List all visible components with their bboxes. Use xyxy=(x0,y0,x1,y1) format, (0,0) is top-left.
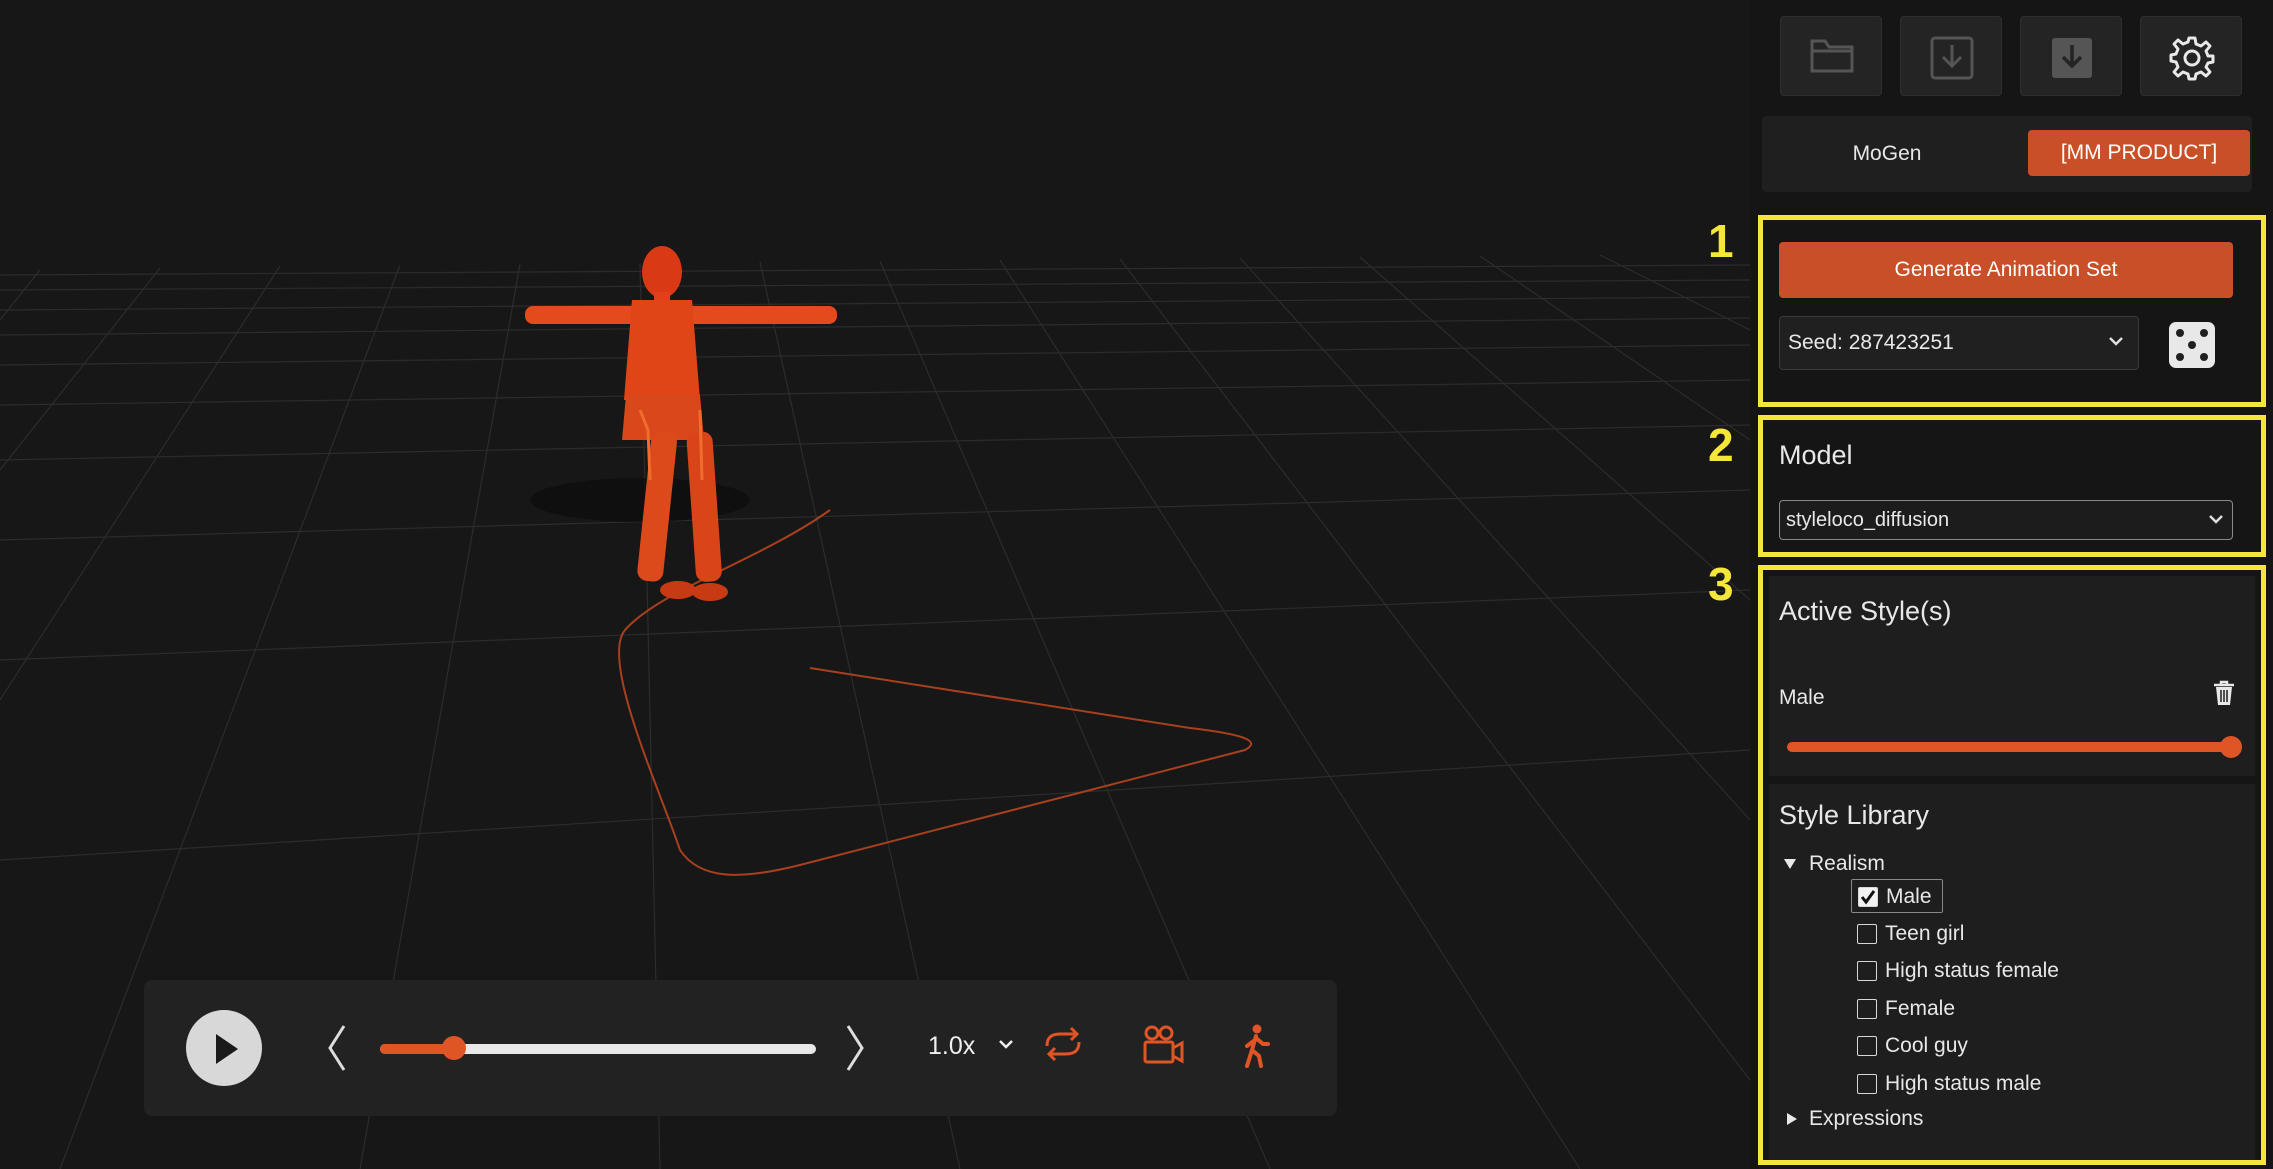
folder-icon xyxy=(1810,39,1854,73)
checkbox[interactable] xyxy=(1857,924,1877,944)
camera-icon[interactable] xyxy=(1142,1024,1184,1066)
chevron-down-icon xyxy=(2209,515,2223,524)
triangle-down-icon xyxy=(1784,859,1796,869)
next-frame-button[interactable] xyxy=(844,1022,868,1074)
style-checkbox-row[interactable]: High status male xyxy=(1851,1067,2111,1101)
checkbox[interactable] xyxy=(1857,1074,1877,1094)
model-title: Model xyxy=(1779,440,1853,470)
checkbox[interactable] xyxy=(1857,961,1877,981)
checkbox[interactable] xyxy=(1857,1036,1877,1056)
tree-group-realism[interactable]: Realism xyxy=(1781,849,1981,879)
character-model xyxy=(525,246,837,601)
active-style-name: Male xyxy=(1779,686,1825,709)
active-styles-panel: Active Style(s) Male xyxy=(1769,576,2255,776)
seed-select[interactable]: Seed: 287423251 xyxy=(1779,316,2139,370)
active-styles-title: Active Style(s) xyxy=(1779,596,1952,626)
model-value: styleloco_diffusion xyxy=(1786,509,1950,531)
seed-value: Seed: 287423251 xyxy=(1788,331,1954,354)
generate-animation-set-button[interactable]: Generate Animation Set xyxy=(1779,242,2233,298)
trash-icon[interactable] xyxy=(2213,680,2235,706)
tree-group-label: Expressions xyxy=(1809,1107,1924,1130)
style-checkbox-label: Cool guy xyxy=(1885,1034,1968,1057)
import-icon xyxy=(1930,36,1974,80)
randomize-seed-button[interactable] xyxy=(2169,322,2215,368)
style-checkbox-row[interactable]: Cool guy xyxy=(1851,1029,2111,1063)
dice-pip xyxy=(2200,353,2208,361)
style-checkbox-row[interactable]: Teen girl xyxy=(1851,917,2111,951)
open-file-button[interactable] xyxy=(1780,16,1882,96)
chevron-down-icon xyxy=(2109,337,2123,346)
dice-pip xyxy=(2200,329,2208,337)
download-button[interactable] xyxy=(2020,16,2122,96)
style-library-panel: Style Library Realism Male Teen girl Hig… xyxy=(1769,784,2255,1160)
settings-button[interactable] xyxy=(2140,16,2242,96)
dice-pip xyxy=(2188,341,2196,349)
play-icon xyxy=(216,1034,238,1064)
control-panel: MoGen [MM PRODUCT] 1 Generate Animation … xyxy=(1708,0,2273,1169)
styles-section: 3 Active Style(s) Male Style Library Rea… xyxy=(1708,558,2266,1165)
style-checkbox-label: Female xyxy=(1885,997,1956,1020)
chevron-down-icon[interactable] xyxy=(998,1038,1014,1050)
model-section: 2 Model styleloco_diffusion xyxy=(1708,415,2266,557)
play-button[interactable] xyxy=(186,1010,262,1086)
style-checkbox-row[interactable]: Male xyxy=(1851,879,1943,913)
style-checkbox-label: High status female xyxy=(1885,959,2059,982)
generate-section: 1 Generate Animation Set Seed: 287423251 xyxy=(1708,215,2266,407)
style-library-title: Style Library xyxy=(1779,800,1930,830)
timeline-scrubber[interactable] xyxy=(380,1036,816,1060)
style-checkbox-label: Teen girl xyxy=(1885,922,1965,945)
dice-pip xyxy=(2176,329,2184,337)
style-weight-slider[interactable] xyxy=(1787,736,2242,758)
model-select[interactable]: styleloco_diffusion xyxy=(1779,500,2233,540)
style-checkbox-label: Male xyxy=(1886,885,1932,908)
previous-frame-button[interactable] xyxy=(324,1022,348,1074)
playback-bar: 1.0x xyxy=(144,980,1337,1116)
style-weight-track xyxy=(1787,742,2231,752)
style-weight-thumb[interactable] xyxy=(2220,736,2242,758)
style-checkbox-row[interactable]: Female xyxy=(1851,992,2111,1026)
checkmark-icon xyxy=(1860,890,1876,905)
tab-mm-product[interactable]: [MM PRODUCT] xyxy=(2028,130,2250,176)
playback-speed[interactable]: 1.0x xyxy=(928,1032,975,1061)
import-button[interactable] xyxy=(1900,16,2002,96)
3d-viewport[interactable]: 1.0x xyxy=(0,0,1750,1169)
triangle-right-icon xyxy=(1787,1113,1797,1125)
tree-group-expressions[interactable]: Expressions xyxy=(1781,1104,1981,1134)
loop-icon[interactable] xyxy=(1041,1024,1085,1064)
style-checkbox-row[interactable]: High status female xyxy=(1851,954,2111,988)
gear-icon xyxy=(2169,36,2215,81)
tab-mogen[interactable]: MoGen xyxy=(1790,130,1984,178)
dice-pip xyxy=(2176,353,2184,361)
annotation-number-1: 1 xyxy=(1708,215,1734,267)
checkbox[interactable] xyxy=(1857,999,1877,1019)
checkbox[interactable] xyxy=(1858,887,1878,907)
mode-tabs: MoGen [MM PRODUCT] xyxy=(1762,116,2252,192)
style-checkbox-label: High status male xyxy=(1885,1072,2042,1095)
annotation-number-2: 2 xyxy=(1708,419,1734,471)
scrubber-thumb[interactable] xyxy=(442,1036,467,1060)
walk-icon[interactable] xyxy=(1241,1024,1271,1068)
download-icon xyxy=(2052,38,2092,78)
tree-group-label: Realism xyxy=(1809,852,1885,875)
